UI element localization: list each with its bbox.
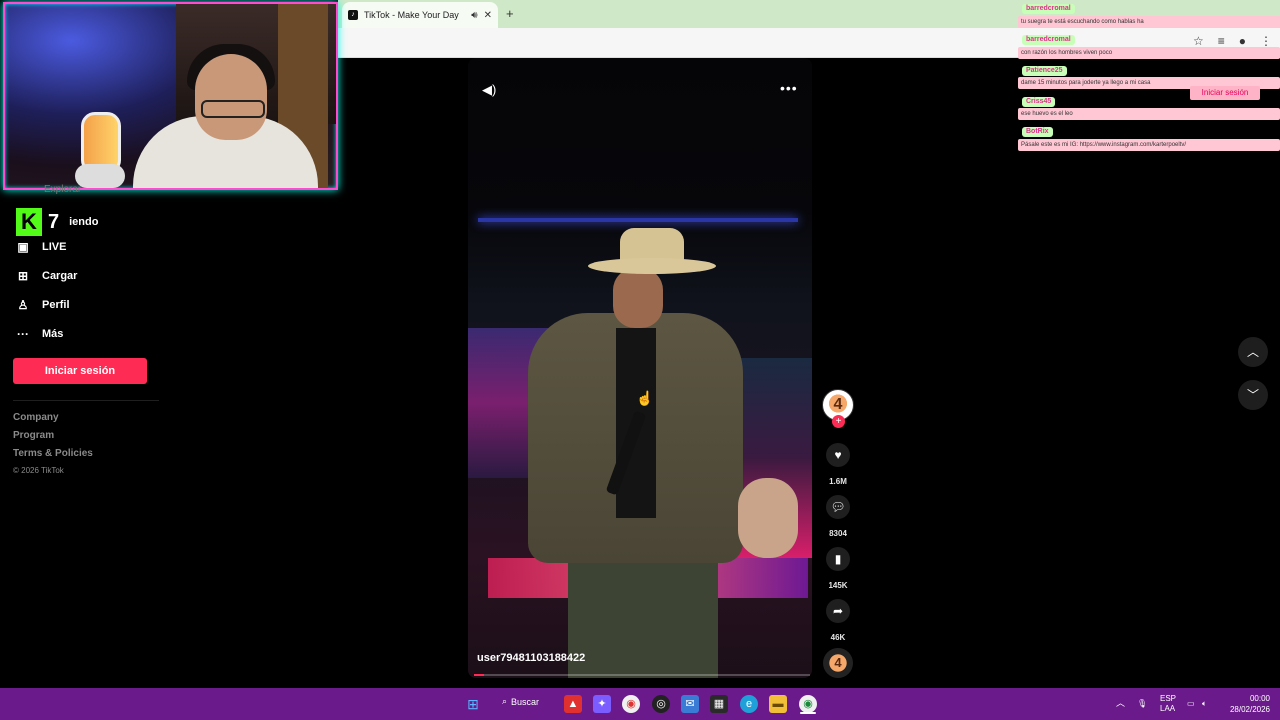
obs-icon[interactable]: ◎ bbox=[652, 695, 670, 713]
chat-username: barredcromal bbox=[1022, 35, 1075, 45]
speaker-icon[interactable]: 🔊︎ bbox=[471, 10, 477, 21]
divider bbox=[13, 400, 159, 401]
like-count: 1.6M bbox=[829, 477, 847, 486]
login-button[interactable]: Iniciar sesión bbox=[13, 358, 147, 384]
language-indicator[interactable]: ESP LAA bbox=[1160, 694, 1176, 714]
sidebar-item-label: LIVE bbox=[42, 241, 67, 253]
more-icon: ··· bbox=[17, 327, 29, 341]
edge-icon[interactable]: e bbox=[740, 695, 758, 713]
kebab-menu-icon[interactable]: ⋮ bbox=[1260, 34, 1272, 48]
chat-message: Pásale este es mi IG: https://www.instag… bbox=[1018, 139, 1280, 151]
follow-button[interactable]: + bbox=[832, 415, 845, 428]
next-video-button[interactable]: ﹀ bbox=[1238, 380, 1268, 410]
store-icon[interactable]: ▦ bbox=[710, 695, 728, 713]
footer-link-terms[interactable]: Terms & Policies bbox=[13, 448, 93, 459]
sidebar-item-live[interactable]: ▣ LIVE bbox=[16, 240, 66, 254]
close-icon[interactable]: ✕ bbox=[484, 10, 492, 21]
active-app-indicator bbox=[800, 712, 816, 714]
comment-button[interactable]: 💬︎ bbox=[826, 495, 850, 519]
bookmark-icon: ▮ bbox=[834, 552, 842, 566]
footer-link-program[interactable]: Program bbox=[13, 430, 54, 441]
chat-message: tu suegra te está escuchando como hablas… bbox=[1018, 16, 1280, 28]
chrome-active-icon[interactable]: ◉ bbox=[799, 695, 817, 713]
previous-video-button[interactable]: ︿ bbox=[1238, 337, 1268, 367]
windows-start-icon[interactable]: ⊞ bbox=[464, 695, 482, 713]
music-disc[interactable]: 4 bbox=[823, 648, 853, 678]
microphone-tray-icon[interactable]: 🎙︎ bbox=[1137, 699, 1147, 709]
new-tab-button[interactable]: + bbox=[506, 6, 514, 21]
search-label: Buscar bbox=[511, 696, 540, 707]
tray-chevron-icon[interactable]: ︿ bbox=[1116, 698, 1125, 708]
chevron-down-icon: ﹀ bbox=[1246, 388, 1259, 402]
volume-icon[interactable]: ◀) bbox=[482, 82, 496, 98]
kick-counter: 7 bbox=[48, 210, 60, 233]
sidebar: Explorar K 7 iendo ▣ LIVE ⊞ Cargar ♙ Per… bbox=[0, 184, 170, 690]
clock-date: 28/02/2026 bbox=[1229, 705, 1270, 714]
video-player[interactable] bbox=[468, 58, 812, 678]
sidebar-item-label: Perfil bbox=[42, 299, 70, 311]
chrome-icon[interactable]: ◉ bbox=[622, 695, 640, 713]
volume-tray-icon[interactable]: 🔈︎ bbox=[1202, 699, 1207, 709]
network-icon[interactable]: ▭ bbox=[1187, 699, 1195, 709]
tiktok-icon: ♪ bbox=[348, 10, 358, 20]
screen: ♪ TikTok - Make Your Day 🔊︎ ✕ + ☆ ≡ ● ⋮ … bbox=[0, 0, 1280, 720]
chat-username: barredcromal bbox=[1022, 4, 1075, 14]
footer-link-company[interactable]: Company bbox=[13, 412, 59, 423]
like-button[interactable]: ♥ bbox=[826, 443, 850, 467]
chat-username: Criss45 bbox=[1022, 97, 1056, 107]
comment-count: 8304 bbox=[829, 529, 847, 538]
lang-code: ESP bbox=[1160, 694, 1177, 703]
chat-message: con razón los hombres viven poco bbox=[1018, 47, 1280, 59]
video-progress-fill bbox=[474, 674, 485, 676]
chat-message: ese huevo es el leo bbox=[1018, 108, 1280, 120]
sidebar-item-explore[interactable]: Explorar bbox=[44, 184, 81, 195]
more-options-icon[interactable]: ••• bbox=[780, 80, 798, 96]
star-icon[interactable]: ☆ bbox=[1193, 34, 1204, 48]
cursor-icon: ☝ bbox=[636, 390, 654, 406]
playlist-icon[interactable]: ≡ bbox=[1218, 34, 1225, 48]
upload-icon: ⊞ bbox=[17, 269, 29, 283]
chevron-up-icon: ︿ bbox=[1246, 345, 1259, 359]
chat-username: Patience25 bbox=[1022, 66, 1067, 76]
taskbar-search[interactable]: ⌕ Buscar bbox=[502, 696, 539, 707]
sidebar-item-more[interactable]: ··· Más bbox=[16, 327, 63, 341]
sidebar-item-following-partial[interactable]: iendo bbox=[69, 216, 98, 228]
copyright: © 2026 TikTok bbox=[13, 466, 64, 475]
browser-tab[interactable]: ♪ TikTok - Make Your Day 🔊︎ ✕ bbox=[342, 2, 498, 28]
video-author[interactable]: user7948110318842​2 bbox=[477, 652, 585, 664]
clock-time: 00:00 bbox=[1249, 694, 1270, 703]
heart-icon: ♥ bbox=[834, 448, 842, 462]
live-icon: ▣ bbox=[17, 240, 29, 254]
share-count: 46K bbox=[830, 633, 846, 642]
sidebar-item-upload[interactable]: ⊞ Cargar bbox=[16, 269, 78, 283]
sidebar-item-label: Más bbox=[42, 328, 64, 340]
sidebar-item-label: Cargar bbox=[42, 270, 78, 282]
browser-toolbar: ☆ ≡ ● ⋮ bbox=[1193, 34, 1272, 48]
webcam-overlay bbox=[3, 2, 338, 190]
comment-icon: 💬︎ bbox=[830, 500, 846, 514]
copilot-icon[interactable]: ✦ bbox=[593, 695, 611, 713]
profile-icon: ♙ bbox=[17, 298, 29, 312]
save-count: 145K bbox=[828, 581, 848, 590]
share-button[interactable]: ➦ bbox=[826, 599, 850, 623]
save-button[interactable]: ▮ bbox=[826, 547, 850, 571]
chat-username: BotRix bbox=[1022, 127, 1053, 137]
tab-title: TikTok - Make Your Day bbox=[364, 10, 459, 20]
video-progress-bar[interactable] bbox=[474, 674, 810, 676]
login-button-partial[interactable]: Iniciar sesión bbox=[1190, 86, 1260, 100]
folder-icon[interactable]: ▬ bbox=[769, 695, 787, 713]
profile-avatar-icon[interactable]: ● bbox=[1239, 34, 1246, 48]
share-icon: ➦ bbox=[832, 604, 844, 618]
app-icon-red[interactable]: ▲ bbox=[564, 695, 582, 713]
mail-icon[interactable]: ✉ bbox=[681, 695, 699, 713]
kick-logo-icon: K bbox=[16, 208, 42, 236]
lang-layout: LAA bbox=[1160, 704, 1176, 713]
system-clock[interactable]: 00:00 28/02/2026 bbox=[1222, 693, 1270, 715]
search-icon: ⌕ bbox=[502, 696, 508, 706]
taskbar bbox=[0, 688, 1280, 720]
kick-badge: K 7 iendo bbox=[16, 208, 98, 236]
sidebar-item-profile[interactable]: ♙ Perfil bbox=[16, 298, 70, 312]
